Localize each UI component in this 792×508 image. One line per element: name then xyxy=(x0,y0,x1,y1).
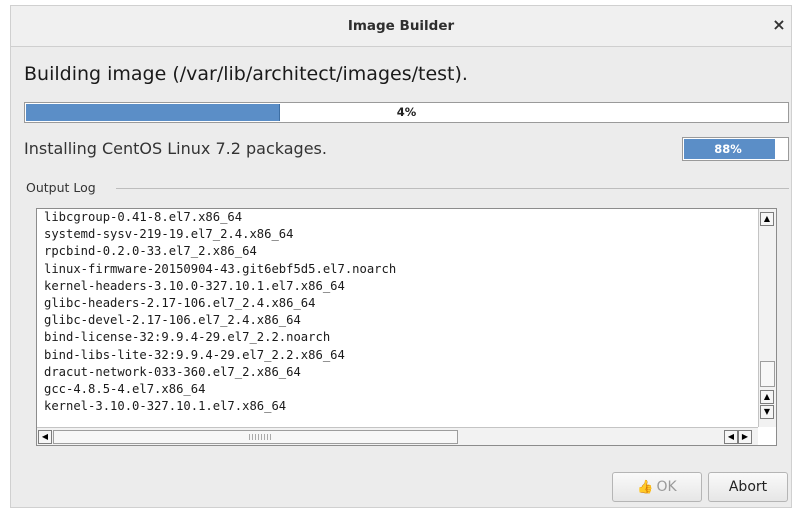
scroll-left-icon[interactable]: ◀ xyxy=(38,430,52,444)
output-log-divider xyxy=(116,188,789,189)
output-log-text[interactable]: libcgroup-0.41-8.el7.x86_64 systemd-sysv-… xyxy=(44,209,744,415)
scroll-left-end-icon[interactable]: ◀ xyxy=(724,430,738,444)
abort-button[interactable]: Abort xyxy=(708,472,788,502)
log-line: bind-license-32:9.9.4-29.el7_2.2.noarch xyxy=(44,330,331,345)
horizontal-scrollbar[interactable]: ◀ ◀ ▶ xyxy=(37,427,758,445)
window-title: Image Builder xyxy=(347,18,455,34)
ok-button-label: OK xyxy=(656,479,677,495)
grip-icon xyxy=(249,434,271,440)
log-line: libcgroup-0.41-8.el7.x86_64 xyxy=(44,210,243,224)
log-line: glibc-headers-2.17-106.el7_2.4.x86_64 xyxy=(44,296,316,311)
title-bar[interactable]: Image Builder × xyxy=(11,6,791,47)
thumbs-up-icon: 👍 xyxy=(637,480,654,495)
scroll-right-icon[interactable]: ▶ xyxy=(738,430,752,444)
log-line: dracut-network-033-360.el7_2.x86_64 xyxy=(44,364,301,379)
overall-progress-bar: 4% xyxy=(24,102,789,123)
output-log-label: Output Log xyxy=(26,180,100,195)
step-progress-bar: 88% xyxy=(682,137,789,161)
log-line: kernel-headers-3.10.0-327.10.1.el7.x86_6… xyxy=(44,278,345,293)
log-line: glibc-devel-2.17-106.el7_2.4.x86_64 xyxy=(44,313,301,328)
scroll-down-icon[interactable]: ▼ xyxy=(760,405,774,419)
log-line: gcc-4.8.5-4.el7.x86_64 xyxy=(44,382,206,397)
image-builder-dialog: Image Builder × Building image (/var/lib… xyxy=(10,5,792,508)
overall-progress-label: 4% xyxy=(396,105,417,119)
step-progress-label: 88% xyxy=(714,142,742,156)
vertical-scrollbar[interactable]: ▲ ▲ ▼ xyxy=(758,209,776,427)
log-line: systemd-sysv-219-19.el7_2.4.x86_64 xyxy=(44,227,294,242)
page-title: Building image (/var/lib/architect/image… xyxy=(24,63,468,85)
log-line: rpcbind-0.2.0-33.el7_2.x86_64 xyxy=(44,244,257,259)
log-line: linux-firmware-20150904-43.git6ebf5d5.el… xyxy=(44,261,397,276)
output-log[interactable]: libcgroup-0.41-8.el7.x86_64 systemd-sysv-… xyxy=(36,208,777,446)
log-line: bind-libs-lite-32:9.9.4-29.el7_2.2.x86_6… xyxy=(44,347,345,362)
status-text: Installing CentOS Linux 7.2 packages. xyxy=(24,139,327,158)
vertical-scroll-thumb[interactable] xyxy=(760,361,775,387)
horizontal-scroll-thumb[interactable] xyxy=(53,430,458,444)
scroll-up-top-icon[interactable]: ▲ xyxy=(760,212,774,226)
scroll-up-icon[interactable]: ▲ xyxy=(760,390,774,404)
log-line: kernel-3.10.0-327.10.1.el7.x86_64 xyxy=(44,399,287,414)
ok-button[interactable]: 👍 OK xyxy=(612,472,702,502)
close-icon[interactable]: × xyxy=(769,15,789,35)
